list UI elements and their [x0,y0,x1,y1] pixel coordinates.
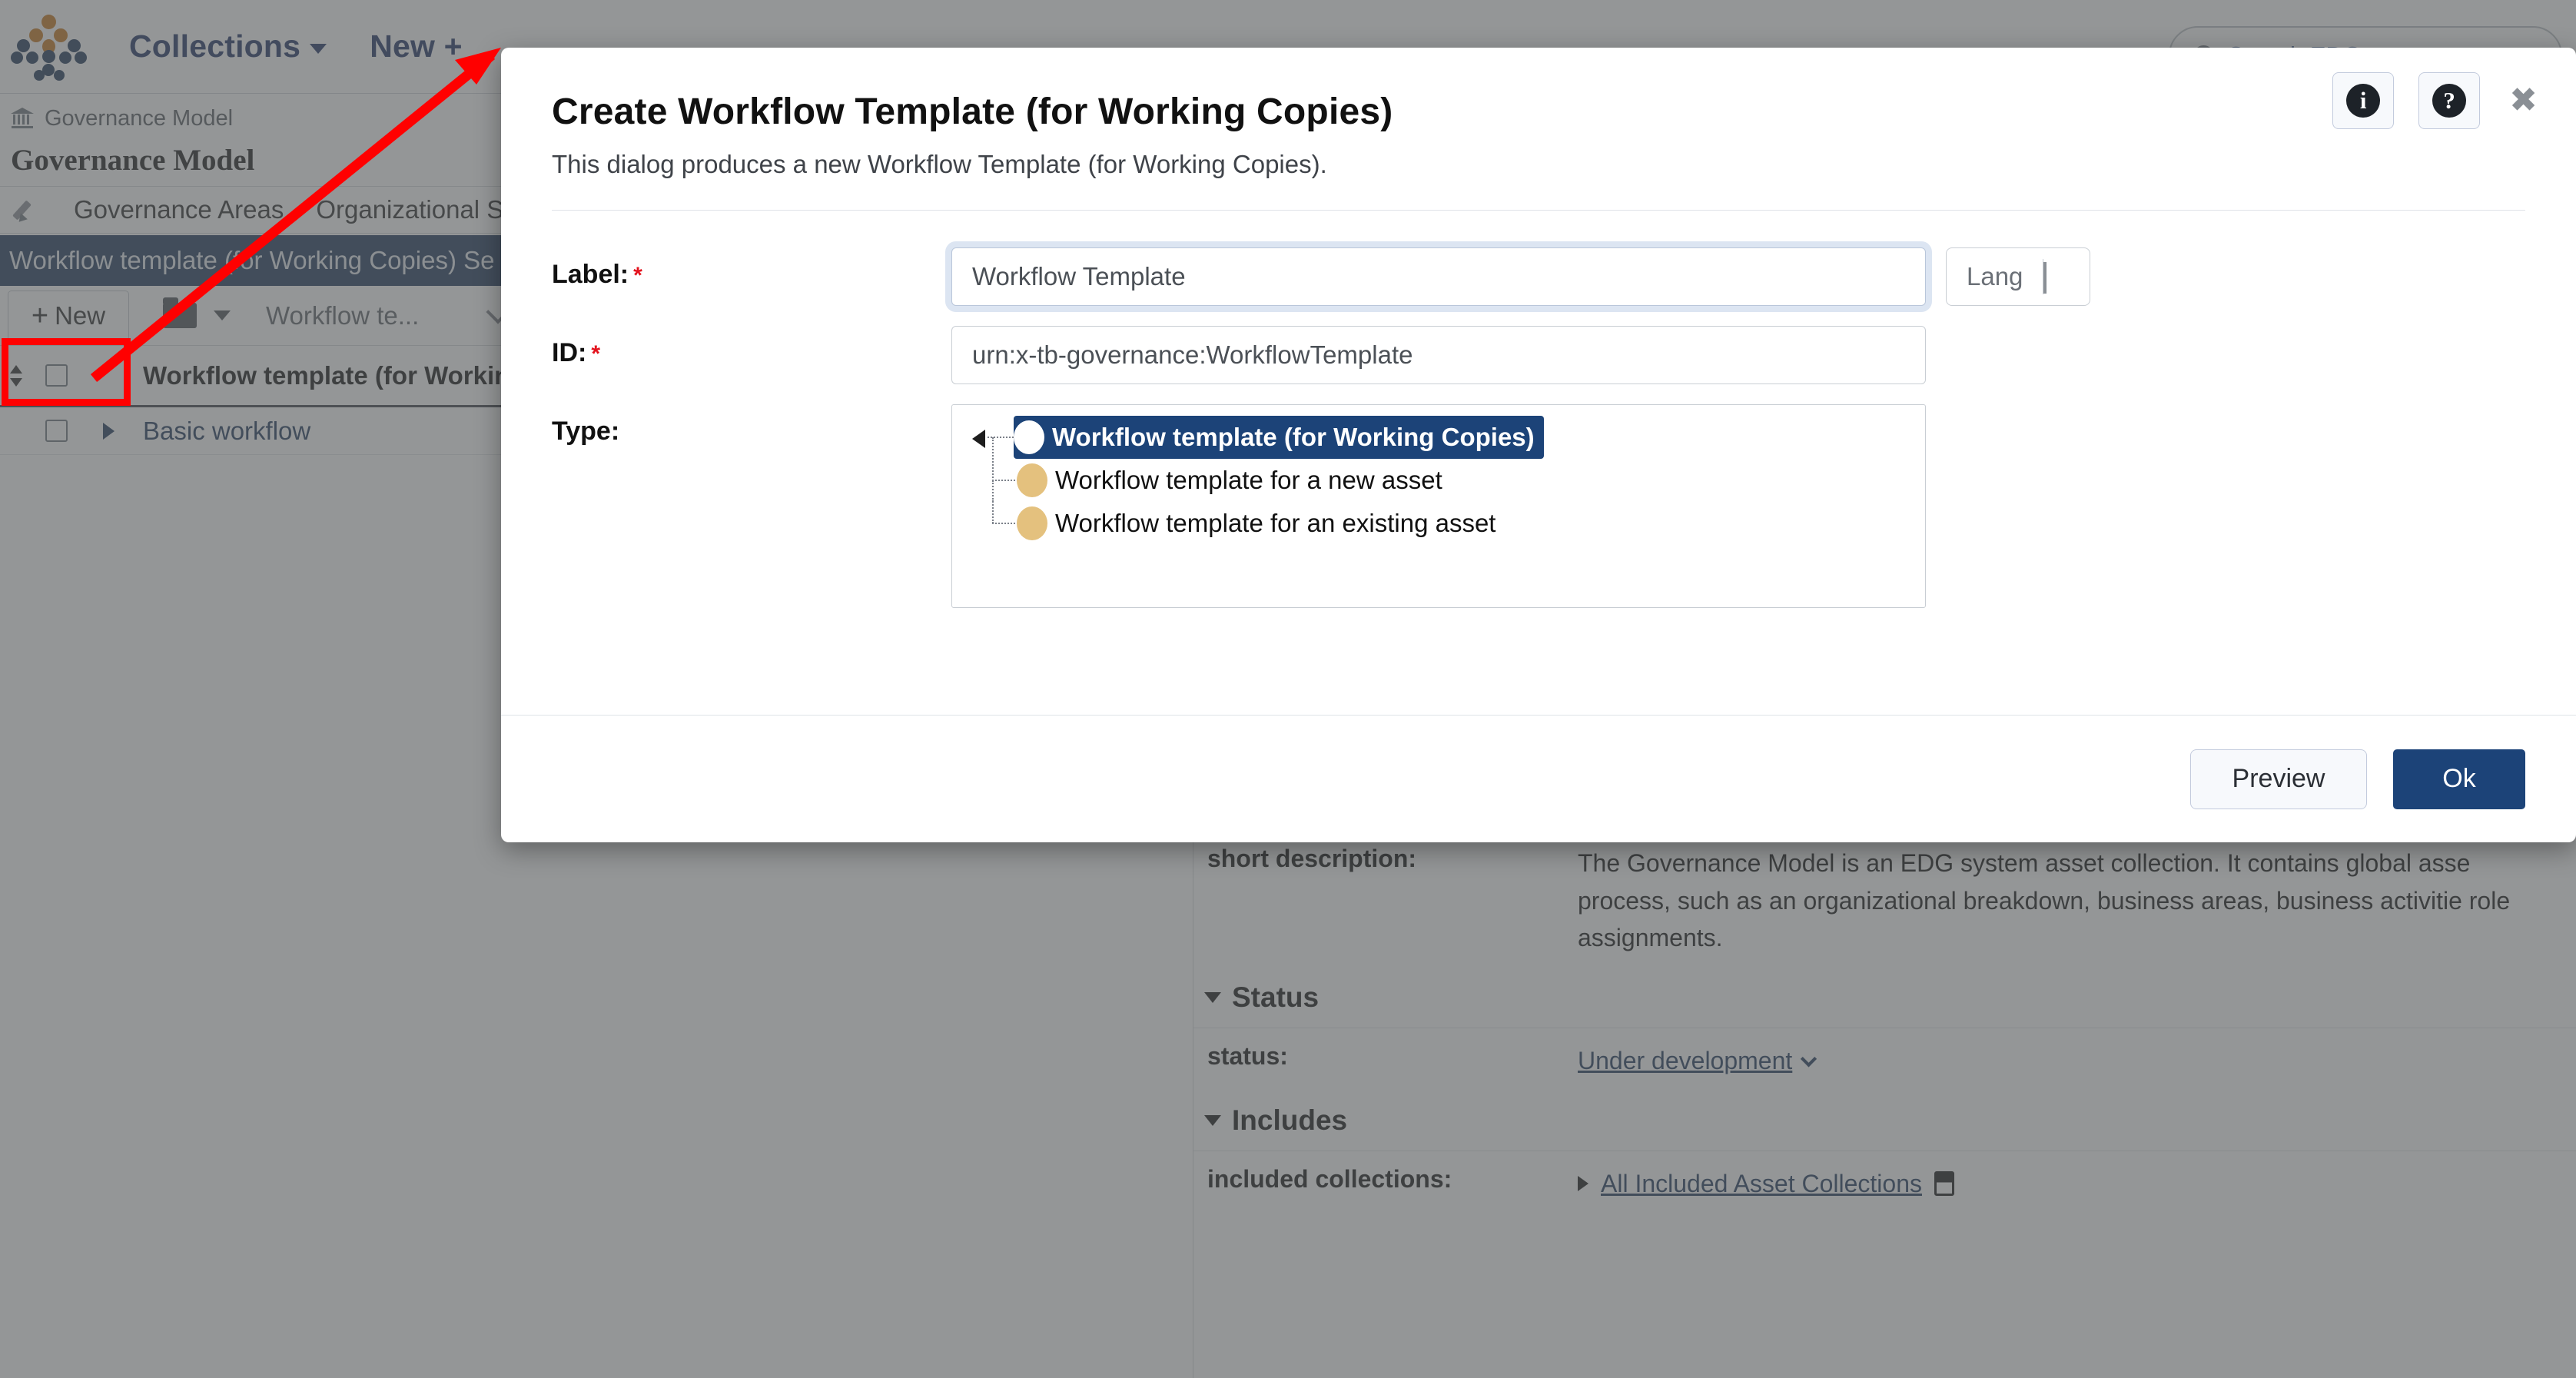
dialog-header-actions: i ? ✖ [2332,72,2538,129]
preview-button[interactable]: Preview [2190,749,2367,809]
field-row-type: Type: Workflow template (for Working Cop… [552,404,2525,608]
help-button[interactable]: ? [2418,72,2481,129]
tree-node-root-wrapper: Workflow template (for Working Copies) [969,416,1925,459]
field-row-id: ID: * urn:x-tb-governance:WorkflowTemplat… [552,326,2525,384]
id-input[interactable]: urn:x-tb-governance:WorkflowTemplate [951,326,1926,384]
required-asterisk: * [633,263,642,288]
label-input[interactable]: Workflow Template [951,247,1926,306]
chevron-down-icon [2043,262,2090,294]
type-field-label: Type: [552,417,620,446]
tree-line [992,523,1015,524]
tree-node-selected[interactable]: Workflow template (for Working Copies) [1014,416,1544,459]
close-icon[interactable]: ✖ [2509,84,2538,118]
type-tree[interactable]: Workflow template (for Working Copies) W… [951,404,1926,608]
label-field-label: Label: * [552,247,951,290]
info-button[interactable]: i [2332,72,2395,129]
ok-button[interactable]: Ok [2393,749,2525,809]
tree-line [992,480,994,523]
id-field-label: ID: * [552,326,951,368]
lang-select-value: Lang [1967,262,2023,291]
tree-node-child[interactable]: Workflow template for an existing asset [992,480,1925,545]
node-circle-icon [1014,420,1044,454]
id-field-text: ID: [552,338,587,367]
create-workflow-template-dialog: Create Workflow Template (for Working Co… [501,48,2576,842]
field-row-label: Label: * Workflow Template Lang [552,247,2525,306]
tree-line [992,480,1015,481]
dialog-header: Create Workflow Template (for Working Co… [501,48,2576,211]
lang-select[interactable]: Lang [1946,247,2090,306]
required-asterisk: * [591,341,601,367]
question-mark-icon: ? [2432,84,2467,118]
tree-node-label: Workflow template for an existing asset [1055,509,1496,537]
tree-node-child[interactable]: Workflow template for a new asset [992,437,1925,502]
node-circle-icon [1017,463,1047,497]
dialog-divider [552,210,2525,211]
info-icon: i [2346,84,2381,118]
dialog-subtitle: This dialog produces a new Workflow Temp… [552,150,1327,178]
label-field-text: Label: [552,260,629,289]
dialog-body: Label: * Workflow Template Lang ID: * urn:… [501,211,2576,715]
dialog-title: Create Workflow Template (for Working Co… [552,91,1393,132]
tree-node-label: Workflow template for a new asset [1055,466,1442,494]
triangle-collapse-icon[interactable] [972,430,985,448]
tree-node-label: Workflow template (for Working Copies) [1052,423,1535,451]
node-circle-icon [1017,506,1047,540]
dialog-footer: Preview Ok [501,715,2576,842]
